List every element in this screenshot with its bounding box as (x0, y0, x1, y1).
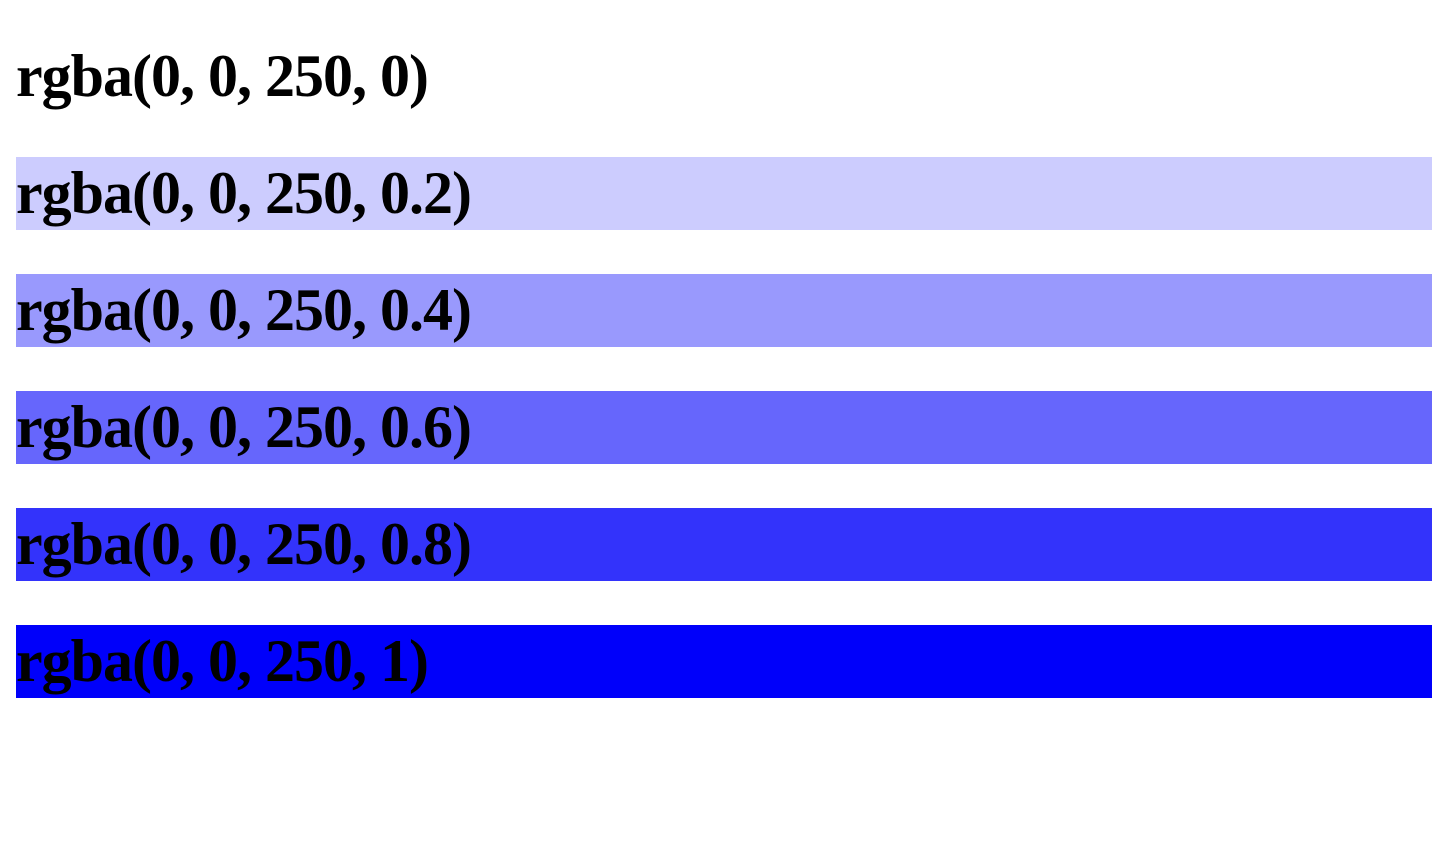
swatch-label: rgba(0, 0, 250, 0.6) (16, 394, 472, 460)
swatch-label: rgba(0, 0, 250, 0) (16, 43, 429, 109)
swatch-row-1: rgba(0, 0, 250, 0.2) (16, 157, 1432, 230)
swatch-list: rgba(0, 0, 250, 0) rgba(0, 0, 250, 0.2) … (16, 40, 1432, 742)
swatch-row-2: rgba(0, 0, 250, 0.4) (16, 274, 1432, 347)
swatch-row-0: rgba(0, 0, 250, 0) (16, 40, 1432, 113)
swatch-row-3: rgba(0, 0, 250, 0.6) (16, 391, 1432, 464)
swatch-row-4: rgba(0, 0, 250, 0.8) (16, 508, 1432, 581)
swatch-label: rgba(0, 0, 250, 0.8) (16, 511, 472, 577)
swatch-label: rgba(0, 0, 250, 1) (16, 628, 429, 694)
swatch-label: rgba(0, 0, 250, 0.2) (16, 160, 472, 226)
swatch-row-5: rgba(0, 0, 250, 1) (16, 625, 1432, 698)
swatch-label: rgba(0, 0, 250, 0.4) (16, 277, 472, 343)
